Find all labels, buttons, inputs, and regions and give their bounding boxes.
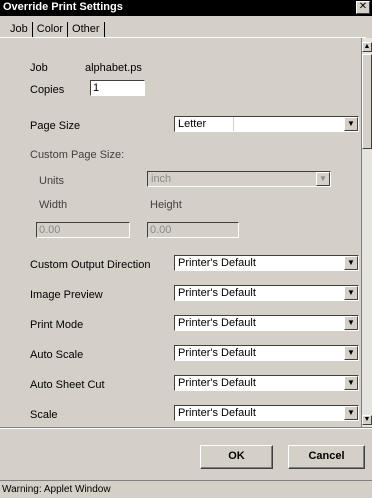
custom-page-size-label: Custom Page Size: [30, 149, 125, 161]
chevron-down-icon[interactable]: ▼ [316, 172, 330, 186]
image-preview-select[interactable]: Printer's Default ▼ [174, 285, 359, 301]
units-select[interactable]: inch ▼ [147, 171, 331, 187]
copies-field[interactable]: 1 [90, 80, 145, 96]
scroll-thumb[interactable] [362, 54, 372, 149]
arrow-up-icon[interactable]: ▲ [362, 42, 372, 52]
page-size-label: Page Size [30, 120, 81, 132]
vertical-scrollbar[interactable]: ▲ ▼ [361, 38, 372, 427]
arrow-down-icon[interactable]: ▼ [362, 415, 372, 425]
image-preview-value: Printer's Default [178, 287, 256, 299]
chevron-down-icon[interactable]: ▼ [344, 346, 358, 360]
button-area-divider [0, 427, 372, 429]
copies-label: Copies [30, 84, 65, 96]
job-label: Job [30, 62, 48, 74]
custom-output-direction-label: Custom Output Direction [30, 259, 151, 271]
auto-sheet-cut-value: Printer's Default [178, 377, 256, 389]
units-label: Units [39, 175, 65, 187]
page-size-value: Letter [178, 118, 207, 130]
cancel-button[interactable]: Cancel [288, 445, 365, 469]
auto-sheet-cut-label: Auto Sheet Cut [30, 379, 105, 391]
chevron-down-icon[interactable]: ▼ [344, 316, 358, 330]
auto-scale-label: Auto Scale [30, 349, 84, 361]
job-value: alphabet.ps [85, 62, 142, 74]
print-mode-label: Print Mode [30, 319, 84, 331]
page-size-select[interactable]: Letter ▼ [174, 116, 359, 132]
status-bar: Warning: Applet Window [0, 480, 372, 498]
print-mode-select[interactable]: Printer's Default ▼ [174, 315, 359, 331]
auto-scale-value: Printer's Default [178, 347, 256, 359]
title-bar: Override Print Settings ✕ [0, 0, 372, 16]
tab-other[interactable]: Other [68, 22, 105, 37]
status-message: Warning: Applet Window [2, 484, 111, 495]
units-value: inch [151, 173, 172, 185]
chevron-down-icon[interactable]: ▼ [344, 286, 358, 300]
close-icon[interactable]: ✕ [356, 1, 370, 14]
scale-select[interactable]: Printer's Default ▼ [174, 405, 359, 421]
chevron-down-icon[interactable]: ▼ [344, 406, 358, 420]
chevron-down-icon[interactable]: ▼ [344, 256, 358, 270]
width-label: Width [39, 199, 68, 211]
select-separator [234, 172, 235, 186]
tab-bar: Job Color Other [6, 22, 105, 37]
window-title: Override Print Settings [3, 1, 123, 13]
job-settings-panel: Job alphabet.ps Copies 1 Page Size Lette… [6, 38, 362, 427]
auto-sheet-cut-select[interactable]: Printer's Default ▼ [174, 375, 359, 391]
ok-button[interactable]: OK [200, 445, 273, 469]
image-preview-label: Image Preview [30, 289, 103, 301]
custom-output-direction-value: Printer's Default [178, 257, 256, 269]
scale-value: Printer's Default [178, 407, 256, 419]
chevron-down-icon[interactable]: ▼ [344, 376, 358, 390]
scale-label: Scale [30, 409, 58, 421]
tab-job[interactable]: Job [6, 22, 33, 37]
chevron-down-icon[interactable]: ▼ [344, 117, 358, 131]
height-field[interactable]: 0.00 [147, 222, 239, 238]
select-separator [233, 117, 234, 131]
auto-scale-select[interactable]: Printer's Default ▼ [174, 345, 359, 361]
width-field[interactable]: 0.00 [36, 222, 130, 238]
custom-output-direction-select[interactable]: Printer's Default ▼ [174, 255, 359, 271]
height-label: Height [150, 199, 182, 211]
tab-color[interactable]: Color [33, 22, 69, 37]
print-mode-value: Printer's Default [178, 317, 256, 329]
